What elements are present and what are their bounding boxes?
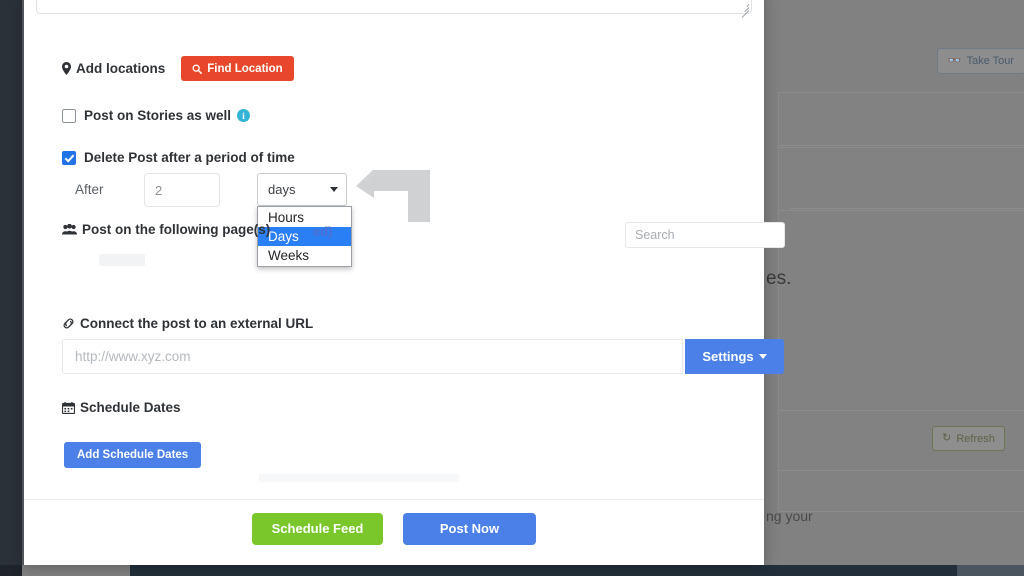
post-on-stories-checkbox[interactable] <box>62 109 76 123</box>
find-location-label: Find Location <box>207 63 282 75</box>
find-location-button[interactable]: Find Location <box>181 56 293 81</box>
post-on-stories-label: Post on Stories as well <box>84 108 231 123</box>
info-icon[interactable]: i <box>237 109 250 122</box>
take-tour-button[interactable]: 👓 Take Tour <box>937 48 1024 74</box>
background-card-top <box>778 92 1024 148</box>
background-text-fragment-1: es. <box>766 268 791 290</box>
add-schedule-dates-button[interactable]: Add Schedule Dates <box>64 442 201 468</box>
add-locations-label: Add locations <box>76 61 165 76</box>
add-locations-row: Add locations Find Location <box>62 56 294 81</box>
unit-option-list[interactable]: Hours Days Weeks <box>257 206 352 267</box>
schedule-feed-button[interactable]: Schedule Feed <box>252 513 383 545</box>
pages-search-input[interactable] <box>625 222 785 248</box>
url-settings-button[interactable]: Settings <box>685 339 784 374</box>
chevron-down-icon <box>759 354 767 359</box>
external-url-label: Connect the post to an external URL <box>80 316 313 331</box>
background-bottom-left <box>0 565 22 576</box>
calendar-icon <box>62 402 75 414</box>
add-schedule-dates-label: Add Schedule Dates <box>77 449 188 461</box>
modal-footer: Schedule Feed Post Now <box>24 499 764 557</box>
unit-option-hours[interactable]: Hours <box>258 208 351 227</box>
pages-placeholder-block <box>99 254 145 266</box>
background-text-fragment-2: ng your <box>766 508 813 524</box>
unit-select-box[interactable]: days <box>257 173 347 206</box>
unit-select-value: days <box>268 182 330 197</box>
after-label-row: After <box>75 182 104 197</box>
take-tour-label: Take Tour <box>967 55 1015 67</box>
background-divider <box>778 470 1024 471</box>
modal-body: Add locations Find Location Post on Stor… <box>24 0 764 500</box>
delete-post-label: Delete Post after a period of time <box>84 150 295 165</box>
background-divider <box>778 145 1024 146</box>
post-message-textarea[interactable] <box>36 0 752 14</box>
background-card-lower <box>778 210 1024 512</box>
delete-after-amount-input[interactable] <box>144 173 220 207</box>
unit-option-days[interactable]: Days <box>258 227 351 246</box>
background-bottom-bar <box>130 565 1024 576</box>
external-url-input[interactable] <box>62 339 683 374</box>
delete-post-row[interactable]: Delete Post after a period of time <box>62 150 295 165</box>
refresh-label: Refresh <box>956 433 995 445</box>
chevron-down-icon <box>330 187 338 192</box>
left-arrow-annotation <box>356 170 432 227</box>
link-icon <box>62 318 75 329</box>
background-bottom-bar-right <box>957 565 1024 576</box>
map-pin-icon <box>62 62 71 75</box>
after-label: After <box>75 182 104 197</box>
schedule-feed-label: Schedule Feed <box>272 521 364 536</box>
external-url-row: Connect the post to an external URL <box>62 316 313 331</box>
url-settings-label: Settings <box>702 349 753 364</box>
background-divider <box>790 208 1024 209</box>
schedule-dates-label: Schedule Dates <box>80 400 181 415</box>
unit-option-weeks[interactable]: Weeks <box>258 246 351 265</box>
post-on-pages-row: Post on the following page(s) <box>62 222 270 237</box>
post-on-stories-row[interactable]: Post on Stories as well i <box>62 108 250 123</box>
users-icon <box>62 224 77 235</box>
footer-placeholder-block <box>259 474 459 482</box>
refresh-button[interactable]: ↻ Refresh <box>932 426 1005 451</box>
delete-after-unit-select[interactable]: days Hours Days Weeks <box>257 173 347 206</box>
resize-grip-icon[interactable] <box>739 2 749 12</box>
screen: es. ng your 👓 Take Tour ↻ Refresh <box>0 0 1024 576</box>
post-composer-modal: Add locations Find Location Post on Stor… <box>24 0 764 565</box>
post-now-button[interactable]: Post Now <box>403 513 536 545</box>
schedule-dates-row: Schedule Dates <box>62 400 181 415</box>
refresh-icon: ↻ <box>942 433 951 444</box>
post-on-pages-label: Post on the following page(s) <box>82 222 270 237</box>
search-icon <box>192 64 202 74</box>
background-divider <box>778 410 1024 411</box>
binoculars-icon: 👓 <box>948 56 962 67</box>
background-sidebar-rail <box>0 0 22 565</box>
post-on-pages-hint: ed) <box>313 224 333 239</box>
delete-post-checkbox[interactable] <box>62 151 76 165</box>
post-now-label: Post Now <box>440 521 499 536</box>
